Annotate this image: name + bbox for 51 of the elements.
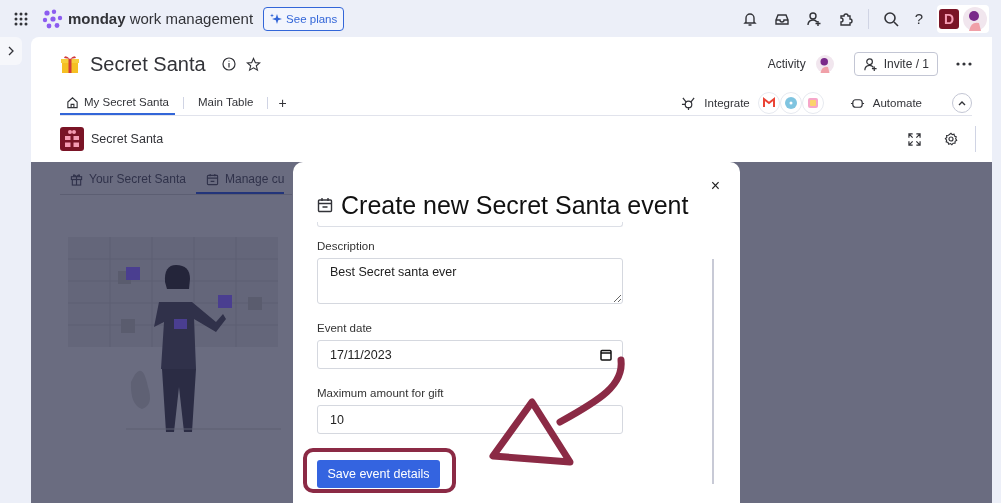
- sidebar-toggle-button[interactable]: [0, 37, 22, 65]
- settings-icon[interactable]: [944, 132, 958, 146]
- automate-link[interactable]: Automate: [872, 97, 922, 109]
- field-label: Maximum amount for gift: [317, 386, 445, 400]
- field-label: Description: [317, 239, 376, 253]
- close-button[interactable]: ×: [710, 177, 720, 195]
- logo-icon: [42, 8, 64, 29]
- chevron-up-icon: [958, 100, 966, 106]
- user-avatar-icon[interactable]: [963, 6, 987, 31]
- brand-name: monday work management: [68, 10, 254, 27]
- view-tab[interactable]: My Secret Santa: [60, 91, 175, 115]
- apps-grid-icon[interactable]: [14, 11, 28, 26]
- widget-title: Secret Santa: [91, 132, 164, 146]
- activity-link[interactable]: Activity: [767, 57, 806, 71]
- gift-icon: [70, 172, 83, 186]
- field-label: Event date: [317, 321, 373, 335]
- calendar-icon: [317, 197, 333, 213]
- santa-app-icon: [60, 127, 84, 151]
- sparkle-icon: [270, 12, 283, 25]
- add-view-button[interactable]: +: [276, 95, 289, 111]
- calendar-icon[interactable]: [600, 348, 612, 361]
- date-field[interactable]: 17/11/2023: [317, 340, 623, 369]
- chevron-right-icon: [7, 46, 15, 56]
- mail-app-icon[interactable]: [757, 92, 780, 114]
- star-icon[interactable]: [245, 56, 261, 72]
- calendar-icon: [205, 172, 219, 186]
- view-tab[interactable]: Main Table: [192, 91, 260, 115]
- more-icon[interactable]: [956, 62, 972, 66]
- invite-button[interactable]: Invite / 1: [853, 52, 938, 76]
- input-field[interactable]: 10: [317, 405, 623, 434]
- puzzle-icon[interactable]: [837, 10, 854, 27]
- dialog-title: Create new Secret Santa event: [341, 190, 689, 220]
- integrate-link[interactable]: Integrate: [704, 97, 750, 109]
- app-dot-icon[interactable]: [779, 92, 802, 114]
- description-field[interactable]: Best Secret santa ever: [317, 258, 623, 304]
- save-button[interactable]: Save event details: [317, 460, 440, 488]
- help-button[interactable]: ?: [914, 10, 923, 27]
- search-icon[interactable]: [882, 10, 899, 27]
- account-badge[interactable]: D: [939, 8, 959, 29]
- gift-icon: [60, 54, 80, 74]
- collapse-button[interactable]: [952, 93, 972, 113]
- info-icon[interactable]: [221, 57, 236, 71]
- user-avatar-icon[interactable]: [815, 55, 834, 73]
- fullscreen-icon[interactable]: [908, 132, 921, 146]
- bell-icon[interactable]: [741, 10, 758, 27]
- integrate-icon[interactable]: [681, 95, 697, 111]
- invite-person-icon: [862, 56, 878, 72]
- invite-person-icon[interactable]: [805, 10, 822, 27]
- board-title: Secret Santa: [90, 52, 206, 76]
- home-icon: [66, 95, 79, 109]
- see-plans-button[interactable]: See plans: [263, 6, 345, 31]
